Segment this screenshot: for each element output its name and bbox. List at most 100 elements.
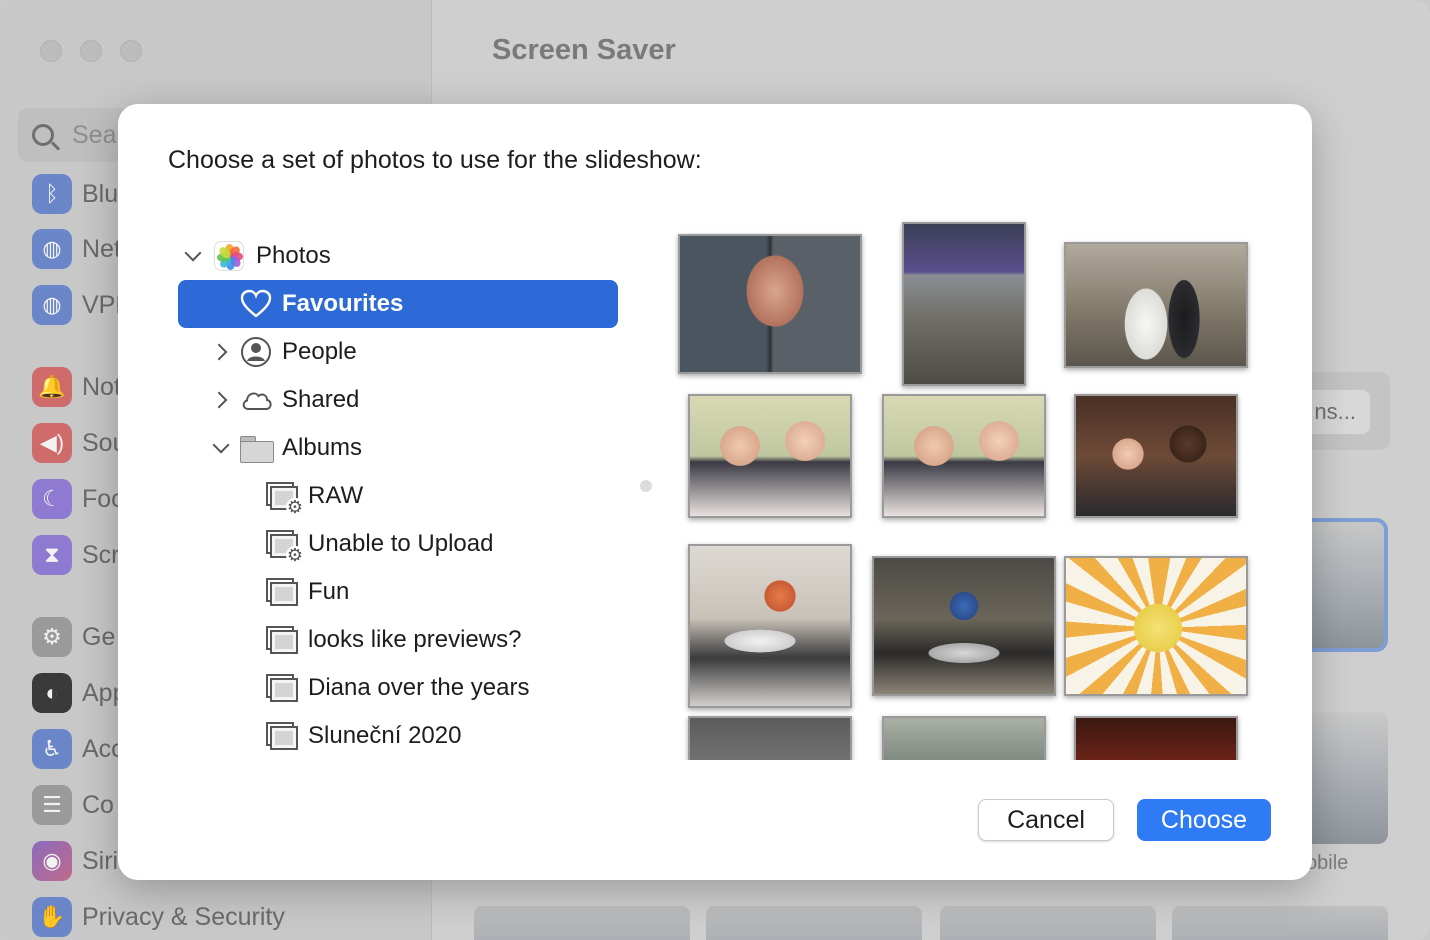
dialog-prompt: Choose a set of photos to use for the sl… — [168, 146, 702, 174]
tree-item-label: Albums — [282, 434, 363, 461]
sidebar-item-sound[interactable]: ◀) Sou — [32, 423, 126, 463]
folder-icon — [240, 436, 274, 463]
chevron-down-icon[interactable] — [212, 439, 230, 457]
photo-thumbnail — [872, 556, 1056, 696]
photo-source-dialog: Choose a set of photos to use for the sl… — [118, 104, 1312, 880]
tree-item-album-slunecni-2020[interactable]: Sluneční 2020 — [178, 712, 618, 760]
album-icon — [266, 578, 298, 606]
tree-item-label: Unable to Upload — [308, 530, 494, 557]
globe-icon: ◍ — [32, 229, 72, 269]
thumbnail-caption: obile — [1306, 852, 1349, 874]
cloud-icon — [240, 384, 272, 416]
siri-icon: ◉ — [32, 841, 72, 881]
photo-thumbnail — [678, 234, 862, 374]
sidebar-item-bluetooth[interactable]: ᛒ Blu — [32, 174, 118, 214]
chevron-right-icon[interactable] — [212, 343, 230, 361]
sidebar-item-network[interactable]: ◍ Net — [32, 229, 121, 269]
gear-icon: ⚙ — [32, 617, 72, 657]
search-placeholder: Sea — [72, 120, 117, 149]
photo-thumbnail — [688, 544, 852, 708]
appearance-icon: ◐ — [32, 673, 72, 713]
person-icon — [240, 336, 272, 368]
photo-thumbnail — [688, 394, 852, 518]
screen-saver-thumbnail[interactable] — [1172, 906, 1388, 940]
sidebar-item-screen-time[interactable]: ⧗ Scr — [32, 535, 120, 575]
tree-item-label: looks like previews? — [308, 626, 522, 653]
sidebar-item-label: Net — [82, 234, 121, 263]
tree-item-label: RAW — [308, 482, 364, 509]
screen-saver-thumbnail[interactable] — [474, 906, 690, 940]
sidebar-item-label: Not — [82, 372, 121, 401]
moon-icon: ☾ — [32, 479, 72, 519]
hand-icon: ✋ — [32, 897, 72, 937]
sidebar-item-label: Siri — [82, 846, 119, 875]
album-icon — [266, 674, 298, 702]
sidebar-item-siri[interactable]: ◉ Siri — [32, 841, 118, 881]
tree-item-albums[interactable]: Albums — [178, 424, 618, 472]
photo-thumbnail — [1064, 242, 1248, 368]
chevron-right-icon[interactable] — [212, 391, 230, 409]
tree-item-favourites[interactable]: Favourites — [178, 280, 618, 328]
sidebar-item-label: Co — [82, 790, 114, 819]
sidebar-item-general[interactable]: ⚙ Ge — [32, 617, 115, 657]
minimize-window-button[interactable] — [80, 40, 102, 62]
sidebar-item-notifications[interactable]: 🔔 Not — [32, 367, 121, 407]
screen-saver-thumbnail[interactable] — [940, 906, 1156, 940]
tree-item-label: Sluneční 2020 — [308, 722, 462, 749]
photo-thumbnail — [1074, 394, 1238, 518]
sidebar-item-privacy-security[interactable]: ✋ Privacy & Security — [32, 897, 285, 937]
photos-app-icon — [214, 241, 244, 271]
sidebar-item-appearance[interactable]: ◐ App — [32, 673, 126, 713]
tree-item-label: Shared — [282, 386, 360, 413]
photo-thumbnail — [1064, 556, 1248, 696]
photo-thumbnail — [882, 394, 1046, 518]
sidebar-item-control-centre[interactable]: ☰ Co — [32, 785, 114, 825]
photo-preview-grid — [668, 214, 1268, 760]
tree-item-label: Favourites — [282, 290, 404, 317]
close-window-button[interactable] — [40, 40, 62, 62]
screen-saver-thumbnail[interactable] — [706, 906, 922, 940]
sidebar-item-label: Privacy & Security — [82, 902, 285, 931]
tree-item-album-diana-over-the-years[interactable]: Diana over the years — [178, 664, 618, 712]
smart-album-icon: ⚙ — [266, 530, 304, 564]
heart-icon — [240, 288, 272, 320]
tree-item-album-raw[interactable]: ⚙ RAW — [178, 472, 618, 520]
tree-item-shared[interactable]: Shared — [178, 376, 618, 424]
album-icon — [266, 722, 298, 750]
album-icon — [266, 626, 298, 654]
sidebar-item-accessibility[interactable]: ♿ Acc — [32, 729, 124, 769]
window-controls — [40, 40, 142, 62]
tree-item-label: Photos — [256, 242, 331, 269]
sidebar-item-label: Blu — [82, 179, 119, 208]
bluetooth-icon: ᛒ — [32, 174, 72, 214]
control-center-icon: ☰ — [32, 785, 72, 825]
zoom-window-button[interactable] — [120, 40, 142, 62]
vpn-globe-icon: ◍ — [32, 285, 72, 325]
tree-item-people[interactable]: People — [178, 328, 618, 376]
bell-icon: 🔔 — [32, 367, 72, 407]
smart-album-icon: ⚙ — [266, 482, 304, 516]
sidebar-item-label: Ge — [82, 622, 116, 651]
photo-thumbnail — [1074, 716, 1238, 760]
tree-item-album-fun[interactable]: Fun — [178, 568, 618, 616]
tree-item-photos[interactable]: Photos — [178, 232, 618, 280]
photo-thumbnail — [882, 716, 1046, 760]
sidebar-item-label: Scr — [82, 540, 120, 569]
sidebar-item-focus[interactable]: ☾ Foc — [32, 479, 124, 519]
tree-item-album-unable-to-upload[interactable]: ⚙ Unable to Upload — [178, 520, 618, 568]
hourglass-icon: ⧗ — [32, 535, 72, 575]
photo-thumbnail — [902, 222, 1026, 386]
cancel-button[interactable]: Cancel — [978, 799, 1114, 841]
tree-item-label: People — [282, 338, 357, 365]
tree-item-album-looks-like-previews[interactable]: looks like previews? — [178, 616, 618, 664]
choose-button[interactable]: Choose — [1137, 799, 1271, 841]
chevron-down-icon[interactable] — [184, 247, 202, 265]
speaker-icon: ◀) — [32, 423, 72, 463]
photo-thumbnail — [688, 716, 852, 760]
tree-item-label: Diana over the years — [308, 674, 530, 701]
tree-item-label: Fun — [308, 578, 350, 605]
window-title: Screen Saver — [492, 34, 676, 66]
accessibility-icon: ♿ — [32, 729, 72, 769]
search-icon — [32, 124, 54, 146]
split-view-divider-handle[interactable] — [640, 480, 652, 492]
